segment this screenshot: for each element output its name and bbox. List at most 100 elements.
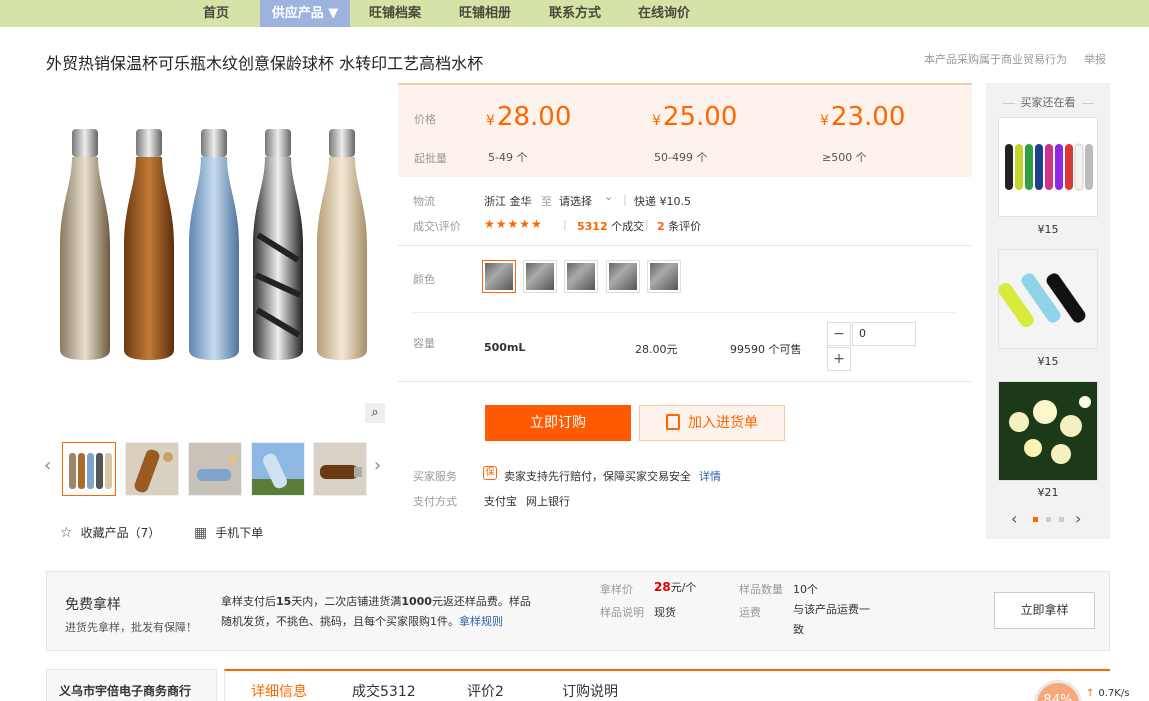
zoom-icon[interactable]: ⌕ [365, 403, 385, 423]
main-product-image[interactable] [46, 85, 386, 425]
network-speed: ↑ 0.7K/s [1082, 686, 1149, 701]
payment-bank: 网上银行 [526, 495, 570, 508]
color-label: 颜色 [413, 273, 435, 286]
reviews-count[interactable]: 2 条评价 [657, 218, 701, 234]
sidebar-title: 买家还在看 [986, 94, 1110, 110]
thumbs-prev-icon[interactable]: ‹ [44, 455, 51, 476]
shop-info-box: 义乌市宇倍电子商务商行 [46, 669, 217, 701]
color-swatch-2[interactable] [523, 260, 557, 293]
qty-minus-button[interactable]: − [827, 322, 851, 346]
color-swatch-3[interactable] [564, 260, 598, 293]
price-box: 价格 起批量 ¥28.00 ¥25.00 ¥23.00 5-49 个 50-49… [398, 83, 972, 177]
product-title: 外贸热销保温杯可乐瓶木纹创意保龄球杯 水转印工艺高档水杯 [46, 54, 484, 73]
service-label: 买家服务 [413, 470, 457, 483]
nav-contact[interactable]: 联系方式 [538, 0, 612, 27]
destination-select[interactable]: 请选择 [559, 193, 592, 209]
thumbnail-3[interactable] [188, 442, 242, 496]
service-detail-link[interactable]: 详情 [699, 468, 721, 484]
sample-rules-link[interactable]: 拿样规则 [459, 615, 503, 628]
mobile-order-button[interactable]: ▦ 手机下单 [194, 524, 263, 541]
sidebar-item-3-price: ¥21 [1037, 486, 1059, 499]
thumbnail-1[interactable] [62, 442, 116, 496]
thumbs-next-icon[interactable]: › [374, 455, 381, 476]
capacity-stock: 99590 个可售 [730, 343, 802, 356]
upload-arrow-icon: ↑ [1086, 688, 1095, 699]
nav-album[interactable]: 旺铺相册 [448, 0, 522, 27]
payment-label: 支付方式 [413, 495, 457, 508]
qty-plus-button[interactable]: + [827, 347, 851, 371]
favorite-button[interactable]: ☆ 收藏产品（7） [60, 524, 160, 541]
logistics-label: 物流 [413, 195, 435, 208]
thumbnail-2[interactable] [125, 442, 179, 496]
service-text: 卖家支持先行赔付，保障买家交易安全 [504, 470, 691, 483]
color-swatch-4[interactable] [606, 260, 640, 293]
tab-deals[interactable]: 成交5312 [352, 681, 416, 701]
mobile-order-label: 手机下单 [215, 526, 264, 540]
sample-subtitle: 进货先拿样，批发有保障！ [65, 621, 197, 634]
quantity-input[interactable]: 0 [852, 322, 916, 346]
add-to-cart-label: 加入进货单 [688, 415, 758, 431]
star-outline-icon: ☆ [60, 525, 73, 541]
sample-price: 28元/个 [654, 580, 697, 594]
divider: | [645, 218, 649, 231]
sidebar-item-2-price: ¥15 [1037, 355, 1059, 368]
thumbnail-5[interactable] [313, 442, 367, 496]
divider: | [563, 218, 567, 231]
tab-order-notes[interactable]: 订购说明 [562, 681, 618, 701]
nav-inquiry[interactable]: 在线询价 [627, 0, 701, 27]
detail-tabs: 详细信息 成交5312 评价2 订购说明 [224, 669, 1110, 701]
divider-line [413, 312, 955, 313]
batch-tier-2: 50-499 个 [654, 151, 708, 164]
carousel-dot[interactable] [1046, 517, 1051, 522]
sidebar-item-1-image[interactable] [998, 117, 1098, 217]
batch-tier-1: 5-49 个 [488, 151, 528, 164]
capacity-size: 500mL [484, 341, 526, 354]
nav-home[interactable]: 首页 [182, 0, 250, 27]
deals-count[interactable]: 5312 个成交 [577, 218, 644, 234]
chevron-down-icon[interactable]: ⌄ [604, 190, 613, 203]
tab-details[interactable]: 详细信息 [251, 681, 307, 701]
nav-products[interactable]: 供应产品 ▼ [260, 0, 350, 27]
carousel-dot[interactable] [1033, 517, 1038, 522]
sidebar-item-3-image[interactable] [998, 381, 1098, 481]
carousel-dot[interactable] [1059, 517, 1064, 522]
qr-code-icon: ▦ [194, 525, 208, 541]
logistics-from: 浙江 金华 [484, 195, 532, 208]
shop-name[interactable]: 义乌市宇倍电子商务商行 [59, 682, 191, 699]
sample-qty: 10个 [793, 583, 818, 596]
get-sample-button[interactable]: 立即拿样 [994, 592, 1095, 629]
sidebar-item-2-image[interactable] [998, 249, 1098, 349]
color-swatch-1[interactable] [482, 260, 516, 293]
top-nav: 首页 供应产品 ▼ 旺铺档案 旺铺相册 联系方式 在线询价 [0, 0, 1149, 27]
sidebar-next-icon[interactable]: › [1075, 509, 1081, 528]
tab-reviews[interactable]: 评价2 [467, 681, 504, 701]
sidebar-prev-icon[interactable]: ‹ [1011, 509, 1017, 528]
sample-qty-label: 样品数量 [739, 583, 783, 596]
divider: | [623, 193, 627, 206]
sample-desc-value: 现货 [654, 606, 676, 619]
batch-label: 起批量 [414, 152, 447, 165]
order-now-button[interactable]: 立即订购 [485, 405, 631, 441]
sample-title: 免费拿样 [65, 597, 121, 613]
color-swatch-5[interactable] [647, 260, 681, 293]
sample-price-label: 拿样价 [600, 583, 633, 596]
sample-shipping-value: 与该产品运费一致 [793, 603, 870, 636]
batch-tier-3: ≥500 个 [822, 151, 867, 164]
thumbnail-4[interactable] [251, 442, 305, 496]
sample-desc-label: 样品说明 [600, 606, 644, 619]
divider-line [398, 245, 972, 246]
logistics-to-word: 至 [541, 195, 552, 208]
also-viewed-sidebar: 买家还在看 ¥15 ¥15 ¥21 ‹ › [986, 83, 1110, 539]
nav-profile[interactable]: 旺铺档案 [358, 0, 432, 27]
capacity-price: 28.00元 [635, 343, 678, 356]
payment-alipay: 支付宝 [484, 495, 517, 508]
price-tier-1: ¥28.00 [486, 102, 572, 132]
price-label: 价格 [414, 113, 436, 126]
rating-label: 成交\评价 [413, 220, 461, 233]
favorite-label: 收藏产品（7） [80, 526, 161, 540]
add-to-cart-button[interactable]: 加入进货单 [639, 405, 785, 441]
trade-note: 本产品采购属于商业贸易行为 [924, 53, 1067, 66]
capacity-label: 容量 [413, 337, 435, 350]
sample-description: 拿样支付后15天内，二次店铺进货满1000元返还样品费。样品随机发货，不挑色、挑… [221, 595, 531, 628]
report-link[interactable]: 举报 [1084, 51, 1106, 67]
